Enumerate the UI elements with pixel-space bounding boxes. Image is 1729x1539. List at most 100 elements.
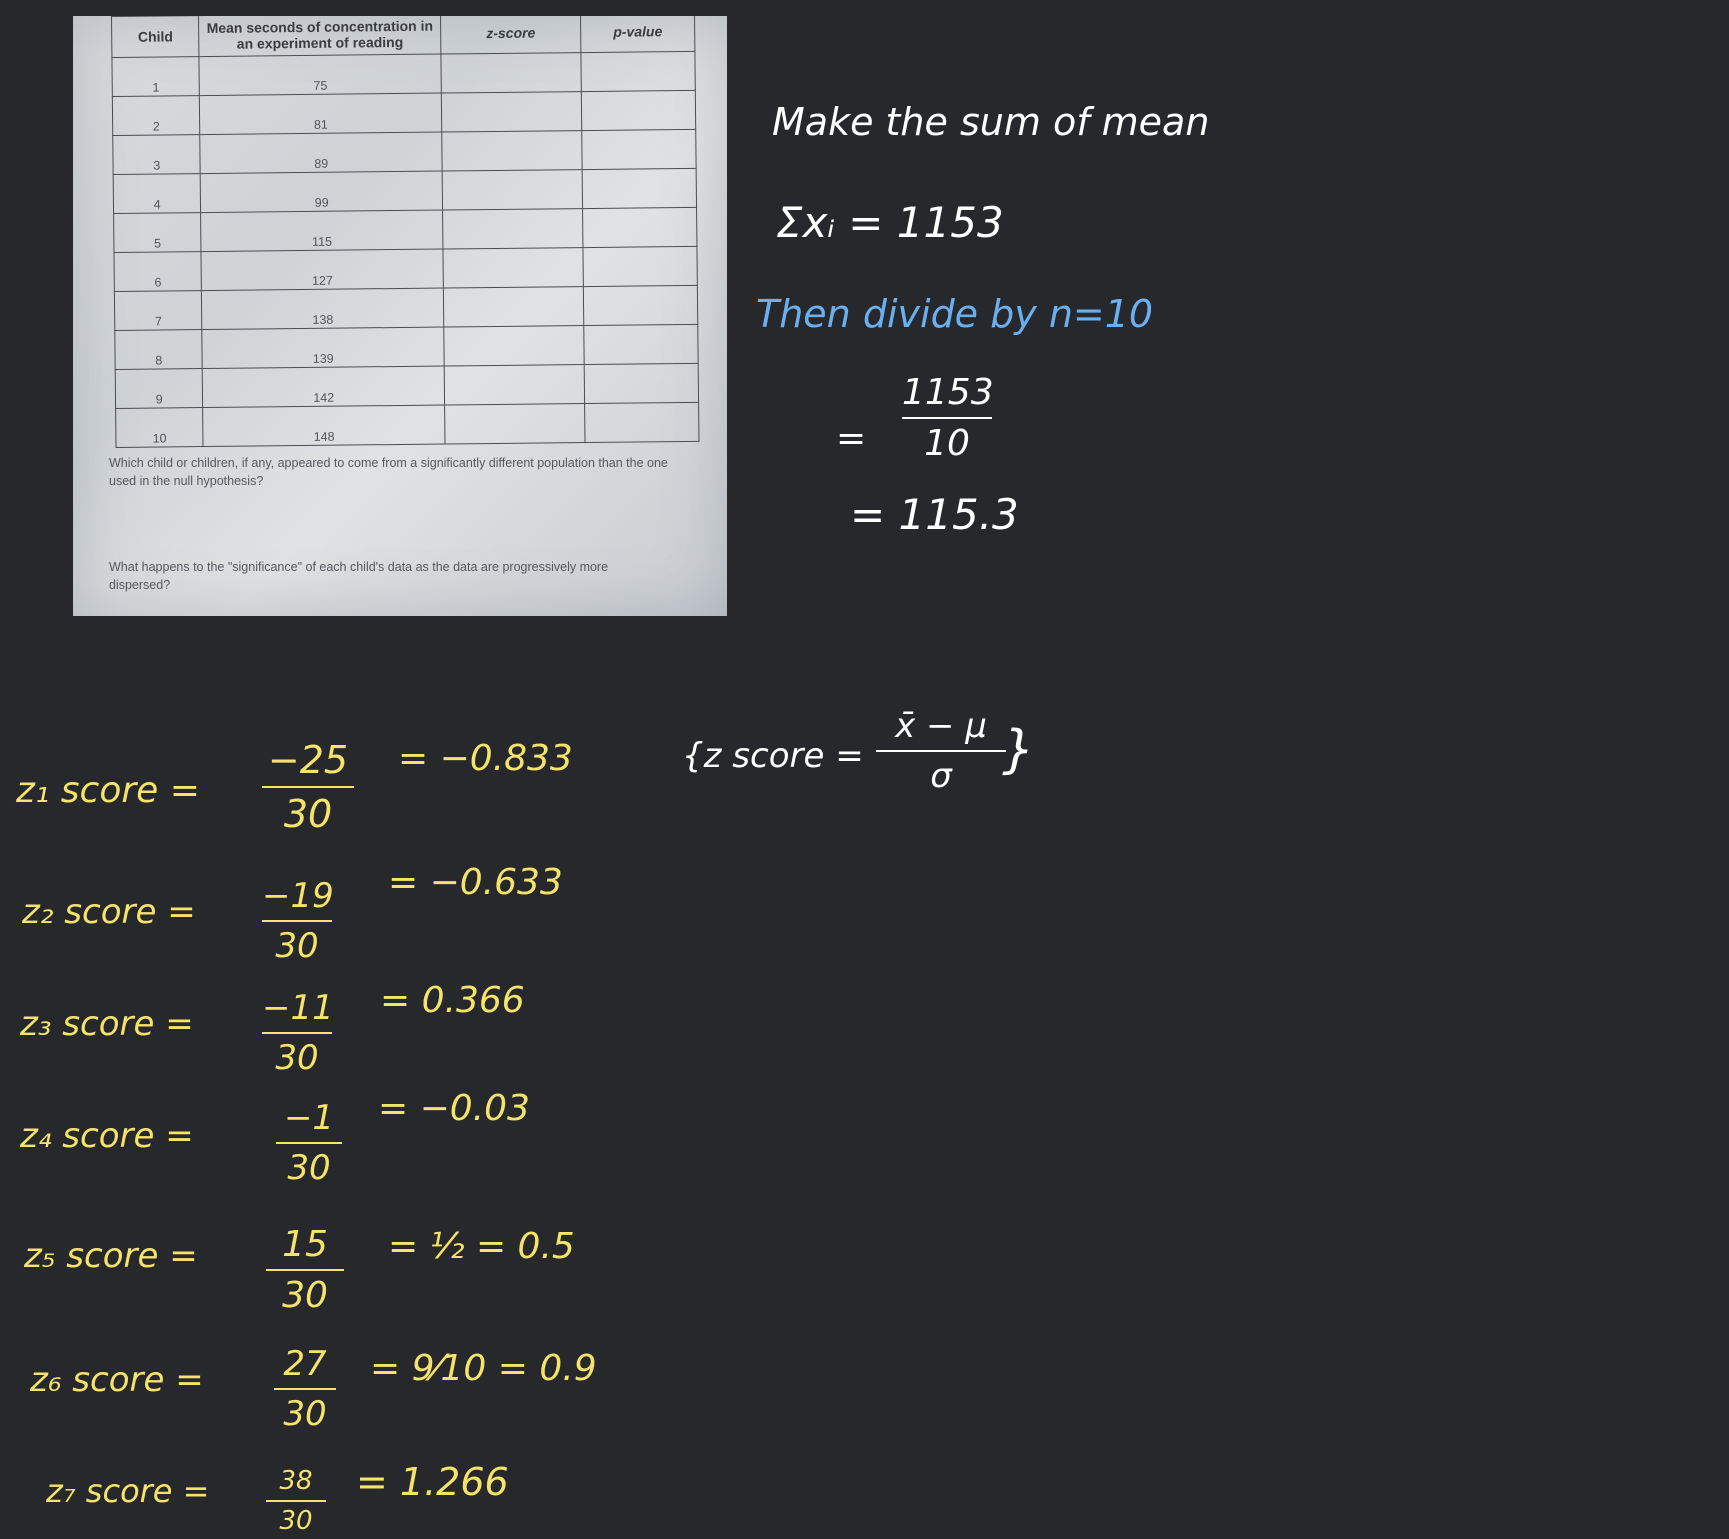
question-2: What happens to the "significance" of ea… <box>109 560 609 592</box>
header-p-value: p-value <box>580 16 695 53</box>
note-sum-of-mean: Make the sum of mean <box>772 100 1210 144</box>
fraction-numerator: 1153 <box>902 372 994 413</box>
fraction-bar <box>902 417 992 419</box>
note-equals: = <box>836 418 867 459</box>
cell-mean: 127 <box>201 249 444 291</box>
z6-numerator: 27 <box>283 1344 327 1384</box>
z2-numerator: −19 <box>262 876 334 916</box>
cell-child: 10 <box>115 407 204 448</box>
cell-child: 9 <box>115 368 203 409</box>
cell-child: 1 <box>111 56 200 97</box>
formula-numerator: x̄ − μ <box>895 706 987 746</box>
table-row: 1 75 <box>111 51 696 97</box>
z5-bar <box>266 1269 344 1271</box>
z7-result: = 1.266 <box>356 1460 509 1504</box>
cell-z <box>442 208 584 250</box>
z1-result: = −0.833 <box>398 738 573 779</box>
cell-mean: 99 <box>200 171 443 213</box>
z1-numerator: −25 <box>267 738 349 782</box>
z7-denominator: 30 <box>279 1506 313 1536</box>
formula-close-brace: } <box>1002 720 1036 780</box>
question-1: Which child or children, if any, appeare… <box>109 456 668 488</box>
z7-bar <box>266 1500 326 1502</box>
cell-z <box>444 364 585 406</box>
z7-fraction: 38 30 <box>266 1466 326 1536</box>
cell-child: 3 <box>112 134 201 175</box>
header-mean: Mean seconds of concentration in an expe… <box>198 16 441 57</box>
z6-label: z₆ score = <box>30 1360 204 1400</box>
data-table: Child Mean seconds of concentration in a… <box>111 16 699 448</box>
z3-result: = 0.366 <box>380 980 525 1021</box>
z6-denominator: 30 <box>283 1394 327 1434</box>
z7-label: z₇ score = <box>46 1472 210 1510</box>
header-child: Child <box>111 16 200 58</box>
cell-z <box>441 91 582 133</box>
table-row: 6 127 <box>113 246 698 292</box>
note-mean-fraction: 1153 10 <box>902 372 994 464</box>
z7-numerator: 38 <box>279 1466 313 1496</box>
note-divide-by-n: Then divide by n=10 <box>756 292 1154 336</box>
z5-fraction: 15 30 <box>266 1224 344 1316</box>
z2-result: = −0.633 <box>388 862 563 903</box>
cell-mean: 89 <box>200 132 443 174</box>
z2-denominator: 30 <box>275 926 319 966</box>
note-mean-result: = 115.3 <box>850 490 1019 539</box>
z5-label: z₅ score = <box>24 1236 198 1276</box>
cell-p <box>581 90 696 131</box>
cell-child: 4 <box>113 173 201 214</box>
z4-numerator: −1 <box>283 1098 335 1138</box>
z5-result: = ½ = 0.5 <box>388 1226 575 1267</box>
formula-label: {z score = <box>682 736 864 776</box>
cell-child: 6 <box>113 251 202 292</box>
z4-label: z₄ score = <box>20 1116 194 1156</box>
cell-p <box>581 51 696 92</box>
z5-numerator: 15 <box>282 1224 328 1265</box>
table-row: 9 142 <box>115 363 699 409</box>
z3-numerator: −11 <box>262 988 334 1028</box>
z6-fraction: 27 30 <box>274 1344 336 1434</box>
z2-bar <box>262 920 332 922</box>
z1-fraction: −25 30 <box>262 738 354 836</box>
z1-label: z₁ score = <box>16 770 200 811</box>
cell-mean: 81 <box>199 93 442 135</box>
z5-denominator: 30 <box>282 1275 328 1316</box>
table-row: 5 115 <box>113 207 697 253</box>
cell-p <box>584 402 699 443</box>
z4-result: = −0.03 <box>378 1088 530 1129</box>
z3-bar <box>262 1032 332 1034</box>
cell-p <box>582 207 697 248</box>
cell-z <box>443 286 584 328</box>
cell-mean: 148 <box>202 405 446 447</box>
cell-child: 7 <box>114 290 203 331</box>
cell-z <box>441 130 583 172</box>
cell-p <box>581 129 697 170</box>
cell-z <box>442 247 584 289</box>
z3-fraction: −11 30 <box>262 988 334 1078</box>
formula-fraction: x̄ − μ σ <box>876 706 1006 796</box>
cell-p <box>583 285 698 326</box>
z1-denominator: 30 <box>283 792 333 836</box>
cell-mean: 142 <box>202 366 445 408</box>
cell-p <box>582 168 697 209</box>
cell-z <box>443 325 585 367</box>
cell-mean: 139 <box>202 327 445 369</box>
cell-child: 2 <box>112 95 201 136</box>
cell-mean: 138 <box>201 288 444 330</box>
note-sum-value: Σxᵢ = 1153 <box>776 198 1004 247</box>
z1-bar <box>262 786 354 788</box>
cell-mean: 75 <box>199 54 442 96</box>
cell-z <box>444 403 586 445</box>
z3-label: z₃ score = <box>20 1004 194 1044</box>
z3-denominator: 30 <box>275 1038 319 1078</box>
fraction-denominator: 10 <box>924 423 970 464</box>
z2-label: z₂ score = <box>22 892 196 932</box>
table-row: 10 148 <box>115 402 699 448</box>
cell-p <box>583 246 698 287</box>
cell-mean: 115 <box>200 210 443 252</box>
table-row: 4 99 <box>113 168 697 214</box>
table-header-row: Child Mean seconds of concentration in a… <box>111 16 695 58</box>
cell-p <box>583 324 699 365</box>
table-row: 2 81 <box>112 90 696 136</box>
z4-fraction: −1 30 <box>276 1098 342 1188</box>
z2-fraction: −19 30 <box>262 876 334 966</box>
